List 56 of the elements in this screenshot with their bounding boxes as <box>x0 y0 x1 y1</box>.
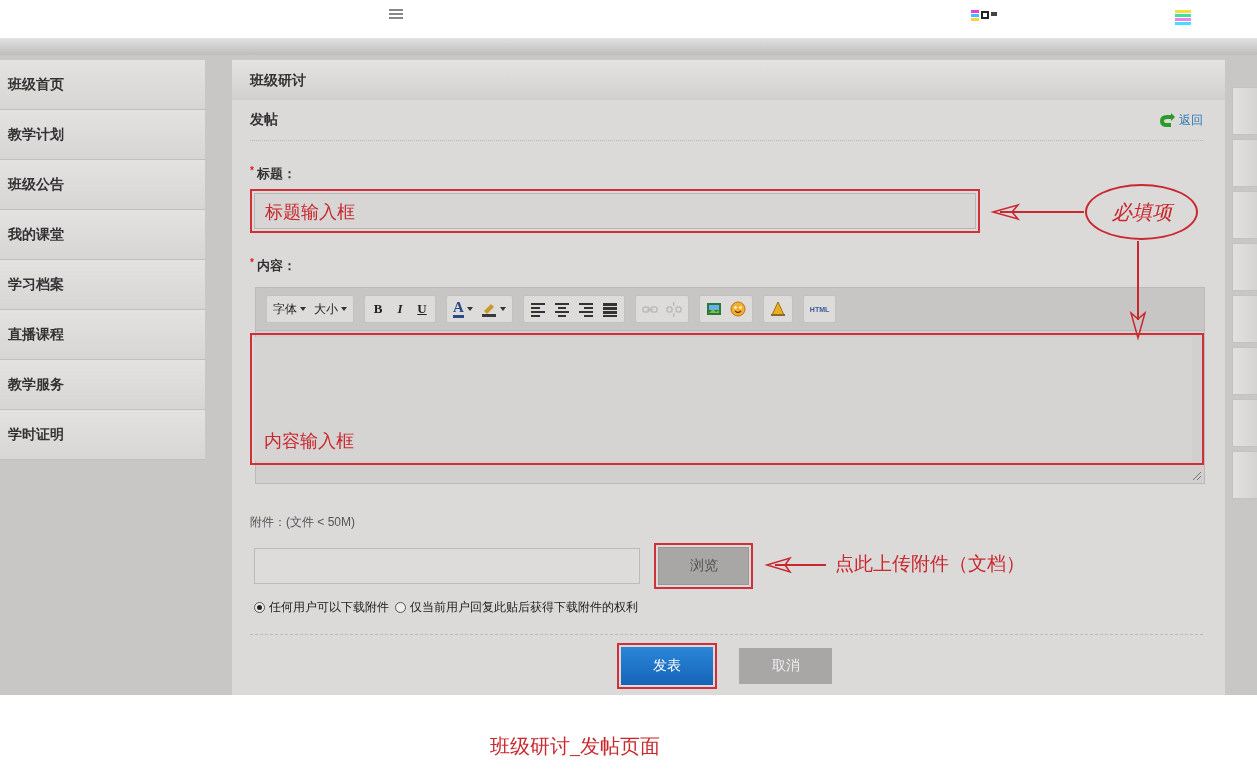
radio-label: 任何用户可以下载附件 <box>269 599 389 616</box>
radio-button[interactable] <box>395 602 406 613</box>
upload-note: 点此上传附件（文档） <box>835 552 1025 576</box>
content-label: 内容： <box>256 257 296 275</box>
sidebar-item[interactable]: 教学计划 <box>0 110 205 160</box>
toolbar-button[interactable]: U <box>412 298 432 320</box>
side-card[interactable] <box>1232 191 1257 239</box>
content-input-field[interactable]: 内容输入框 <box>254 337 1192 461</box>
caret-icon <box>499 307 506 311</box>
sidebar-item[interactable]: 教学服务 <box>0 360 205 410</box>
align-left-icon <box>529 301 546 317</box>
toolbar-button[interactable]: I <box>390 298 410 320</box>
side-card[interactable] <box>1232 243 1257 291</box>
smiley-icon <box>729 301 746 317</box>
callout-arrow <box>764 556 827 574</box>
page-caption: 班级研讨_发帖页面 <box>490 735 660 757</box>
highlighter-icon <box>480 301 497 317</box>
toolbar-button[interactable]: B <box>368 298 388 320</box>
side-card[interactable] <box>1232 347 1257 395</box>
file-path-field[interactable] <box>254 548 640 584</box>
triangle-icon <box>769 301 786 317</box>
caret-icon <box>300 307 306 311</box>
align-right-icon <box>577 301 594 317</box>
sidebar-item[interactable]: 直播课程 <box>0 310 205 360</box>
toolbar-button[interactable]: 大小 <box>311 298 350 320</box>
sidebar-item[interactable]: 我的课堂 <box>0 210 205 260</box>
sidebar-item[interactable]: 班级首页 <box>0 60 205 110</box>
side-card[interactable] <box>1232 295 1257 343</box>
resize-handle-icon[interactable] <box>1192 471 1202 481</box>
title-label: 标题： <box>256 165 296 183</box>
toolbar-button[interactable]: A <box>450 298 476 320</box>
side-card[interactable] <box>1232 399 1257 447</box>
unlink-icon <box>665 301 682 317</box>
caret-icon <box>466 307 473 311</box>
sidebar-item[interactable]: 班级公告 <box>0 160 205 210</box>
sidebar-item[interactable]: 学时证明 <box>0 410 205 460</box>
attachment-label: 附件：(文件 < 50M) <box>250 514 356 531</box>
side-card[interactable] <box>1232 87 1257 135</box>
image-icon <box>705 301 722 317</box>
align-center-icon <box>553 301 570 317</box>
required-mark: * <box>250 165 254 176</box>
page-subtitle: 发帖 <box>250 111 278 129</box>
return-arrow-icon <box>1157 113 1175 127</box>
required-mark: * <box>250 257 254 268</box>
side-card[interactable] <box>1232 139 1257 187</box>
radio-button[interactable] <box>254 602 265 613</box>
menu-icon[interactable] <box>389 8 403 20</box>
title-input-field[interactable]: 标题输入框 <box>254 193 976 229</box>
radio-label: 仅当前用户回复此贴后获得下载附件的权利 <box>410 599 638 616</box>
justify-icon <box>601 301 618 317</box>
side-card[interactable] <box>1232 451 1257 499</box>
panel-title: 班级研讨 <box>250 72 306 88</box>
caret-icon <box>341 307 347 311</box>
toolbar-button[interactable]: 字体 <box>270 298 309 320</box>
sidebar-item[interactable]: 学习档案 <box>0 260 205 310</box>
submit-button[interactable]: 发表 <box>621 647 713 685</box>
